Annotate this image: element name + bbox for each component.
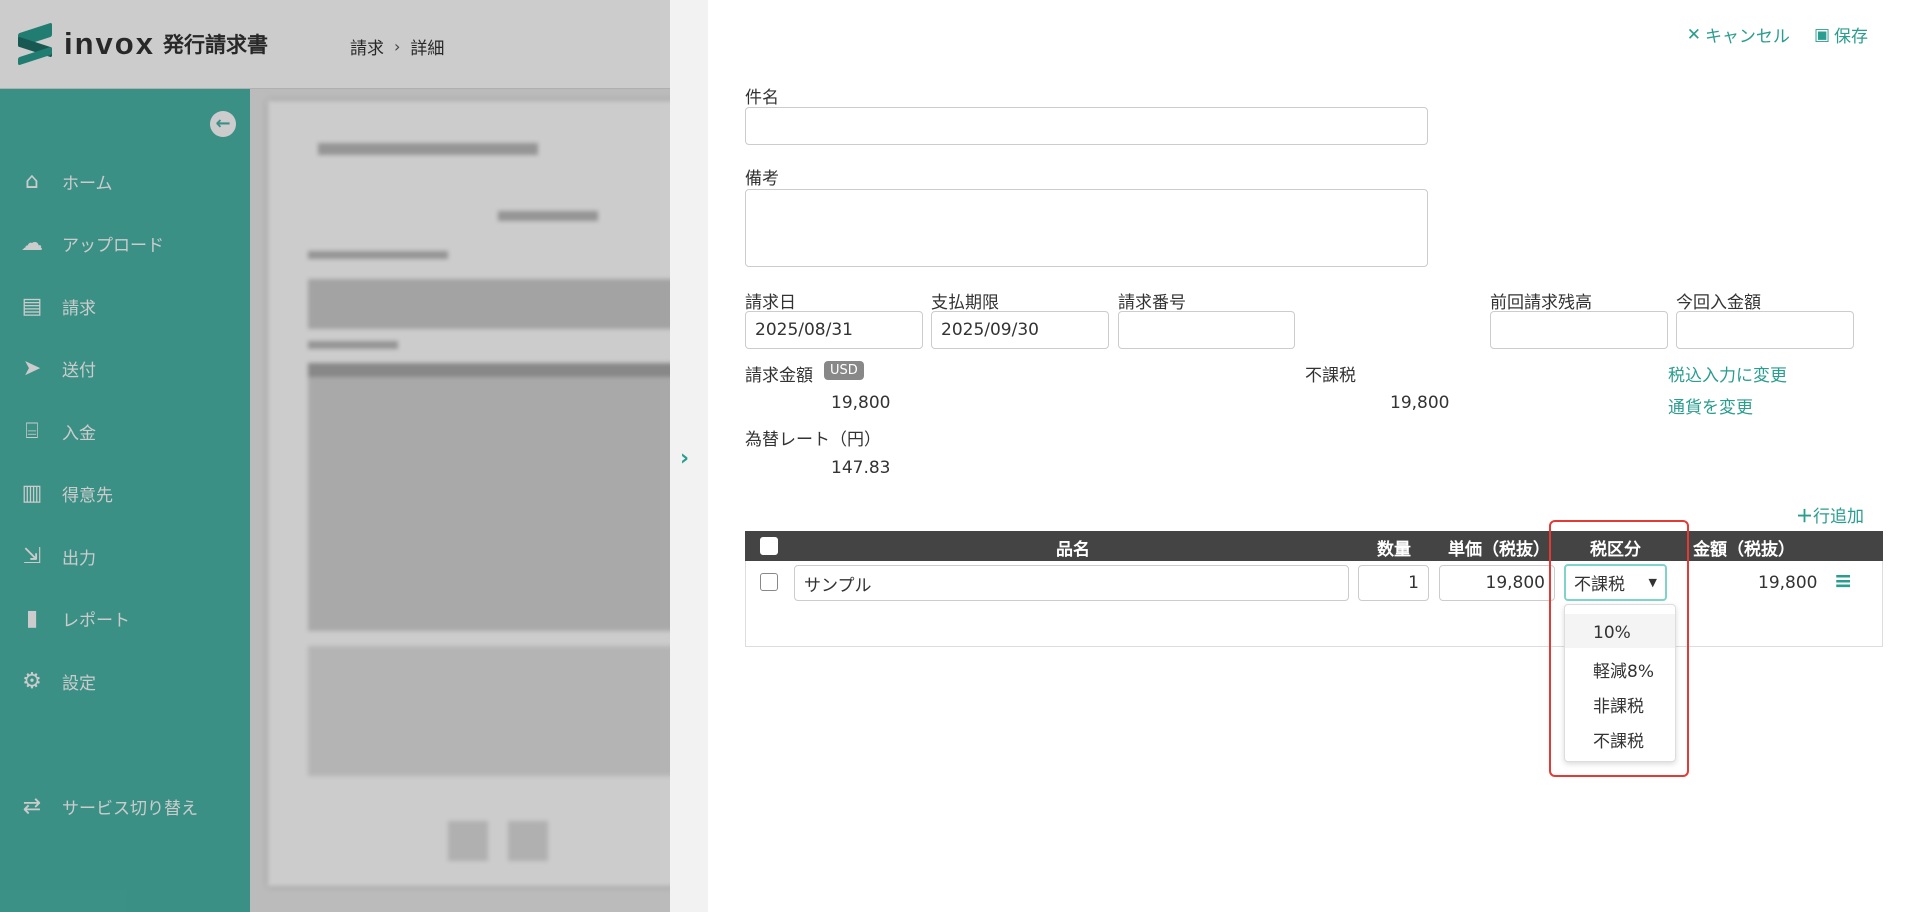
row-checkbox[interactable] xyxy=(760,573,778,591)
tax-type-value: 19,800 xyxy=(1390,393,1450,413)
due-date-field[interactable]: 2025/09/30 xyxy=(931,311,1109,349)
save-button[interactable]: ▣ 保存 xyxy=(1813,22,1868,48)
prev-balance-field[interactable] xyxy=(1490,311,1668,349)
col-header-qty: 数量 xyxy=(1377,540,1411,560)
cancel-label: キャンセル xyxy=(1704,27,1790,47)
exchange-rate-label: 為替レート（円） xyxy=(745,430,881,450)
subject-field[interactable] xyxy=(745,107,1428,145)
row-amount: 19,800 xyxy=(1758,573,1818,593)
invoice-date-field[interactable]: 2025/08/31 xyxy=(745,311,923,349)
highlight-box xyxy=(1549,520,1689,777)
qty-field[interactable]: 1 xyxy=(1358,565,1429,601)
notes-field[interactable] xyxy=(745,189,1428,267)
this-payment-label: 今回入金額 xyxy=(1676,293,1761,313)
item-name-field[interactable]: サンプル xyxy=(794,565,1349,601)
invoice-number-field[interactable] xyxy=(1118,311,1295,349)
save-icon: ▣ xyxy=(1813,24,1830,45)
this-payment-field[interactable] xyxy=(1676,311,1854,349)
modal-overlay[interactable] xyxy=(0,0,670,912)
row-menu-icon[interactable]: ≡ xyxy=(1834,569,1852,594)
change-currency-link[interactable]: 通貨を変更 xyxy=(1668,393,1753,418)
exchange-rate-value: 147.83 xyxy=(831,458,891,478)
add-row-label: 行追加 xyxy=(1813,507,1864,527)
amount-label: 請求金額 xyxy=(745,366,813,386)
prev-balance-label: 前回請求残高 xyxy=(1490,293,1592,313)
tax-type-label: 不課税 xyxy=(1305,366,1356,386)
invoice-number-label: 請求番号 xyxy=(1118,293,1186,313)
unit-price-field[interactable]: 19,800 xyxy=(1439,565,1555,601)
col-header-item: 品名 xyxy=(1056,540,1090,560)
save-label: 保存 xyxy=(1834,27,1868,47)
close-icon: ✕ xyxy=(1686,24,1701,45)
due-date-label: 支払期限 xyxy=(931,293,999,313)
select-all-checkbox[interactable] xyxy=(760,537,778,555)
amount-value: 19,800 xyxy=(831,393,891,413)
currency-badge: USD xyxy=(824,361,864,380)
cancel-button[interactable]: ✕ キャンセル xyxy=(1686,22,1790,48)
chevron-right-icon[interactable]: › xyxy=(680,446,689,471)
notes-label: 備考 xyxy=(745,169,779,189)
subject-label: 件名 xyxy=(745,88,779,108)
add-row-button[interactable]: ＋行追加 xyxy=(1796,502,1864,527)
plus-icon: ＋ xyxy=(1796,507,1813,527)
tax-inclusive-link[interactable]: 税込入力に変更 xyxy=(1668,361,1787,386)
panel-actions: ✕ キャンセル ▣ 保存 xyxy=(1686,22,1868,48)
col-header-amount: 金額（税抜） xyxy=(1693,540,1795,560)
invoice-date-label: 請求日 xyxy=(745,293,796,313)
col-header-unit-price: 単価（税抜） xyxy=(1448,540,1550,560)
line-items-header: 品名 数量 単価（税抜） 税区分 金額（税抜） xyxy=(745,531,1883,561)
